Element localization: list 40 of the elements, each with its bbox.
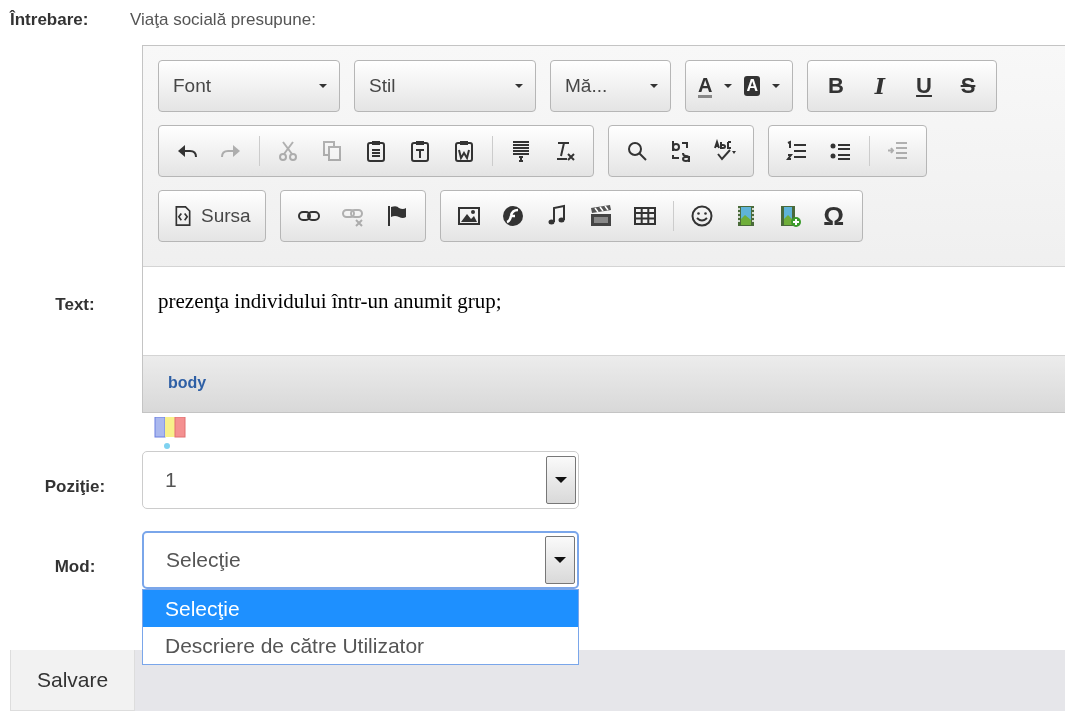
scissors-icon <box>276 139 300 163</box>
question-label: Întrebare: <box>10 10 90 30</box>
replace-icon <box>669 139 693 163</box>
strikethrough-button[interactable]: S <box>946 66 990 106</box>
field-label: Text: <box>54 295 96 316</box>
copy-icon <box>320 139 344 163</box>
field-label: Poziţie: <box>43 476 107 497</box>
clipboard-icon <box>364 139 388 163</box>
dropdown-option[interactable]: Descriere de către Utilizator <box>143 627 578 664</box>
clipboard-icon <box>408 139 432 163</box>
caret-icon <box>650 84 658 88</box>
element-path-link[interactable]: body <box>168 374 207 391</box>
smiley-icon <box>689 204 714 228</box>
background-color-button[interactable]: A <box>738 66 786 106</box>
document-code-icon <box>173 206 193 226</box>
clapperboard-icon <box>588 204 613 228</box>
numbered-list-icon <box>785 139 809 163</box>
question-text: Viaţa socială presupune: <box>130 10 316 30</box>
spellcheck-icon <box>713 139 737 163</box>
caret-icon <box>515 84 523 88</box>
search-icon <box>625 139 649 163</box>
mode-select[interactable]: Selecţie <box>142 531 579 589</box>
table-icon <box>632 204 657 228</box>
save-button[interactable]: Salvare <box>10 650 136 711</box>
caret-icon <box>772 84 780 88</box>
flash-icon <box>500 204 525 228</box>
caret-icon <box>724 84 733 88</box>
flag-icon[interactable] <box>153 417 187 451</box>
image-icon <box>456 204 481 228</box>
source-button[interactable]: Sursa <box>165 196 259 236</box>
bold-button[interactable]: B <box>814 66 858 106</box>
italic-button[interactable]: I <box>858 66 902 106</box>
underline-button[interactable]: U <box>902 66 946 106</box>
position-select[interactable]: 1 <box>142 451 579 509</box>
clipboard-icon <box>452 139 476 163</box>
text-color-button[interactable]: A <box>692 66 739 106</box>
caret-icon <box>319 84 327 88</box>
field-label: Mod: <box>53 556 97 577</box>
editor-text: prezenţa individului într-un anumit grup; <box>143 266 1065 356</box>
special-character-button[interactable]: Ω <box>811 196 856 236</box>
